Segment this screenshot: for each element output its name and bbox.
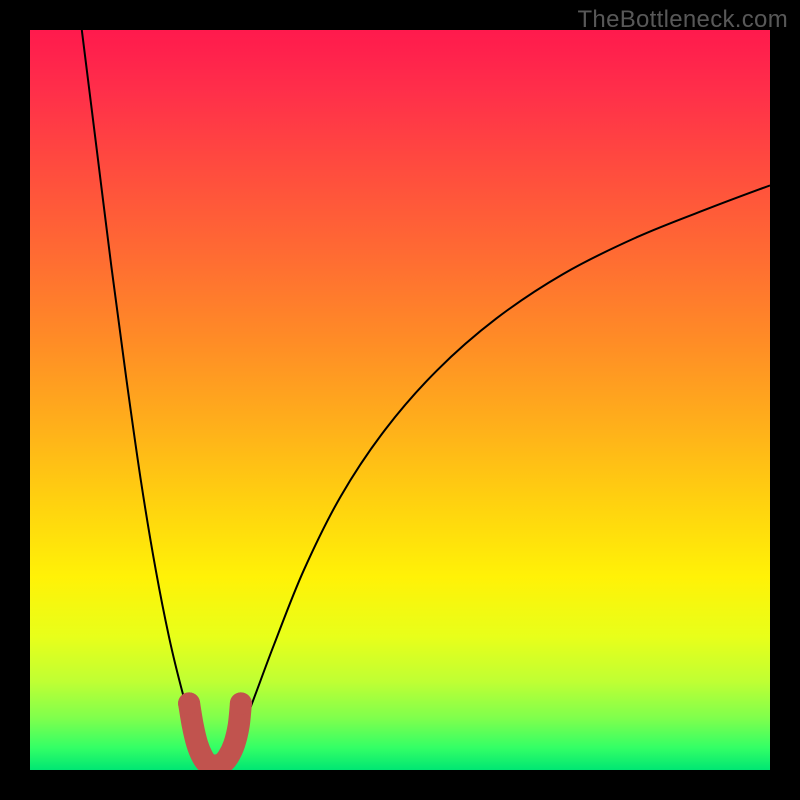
valley-end-dot xyxy=(230,692,252,714)
watermark-text: TheBottleneck.com xyxy=(577,6,788,34)
curve-left xyxy=(82,30,204,763)
plot-area xyxy=(30,30,770,770)
valley-fill xyxy=(189,703,241,765)
chart-frame: TheBottleneck.com xyxy=(0,0,800,800)
curve-right xyxy=(226,185,770,762)
chart-svg xyxy=(30,30,770,770)
valley-end-dot xyxy=(178,692,200,714)
